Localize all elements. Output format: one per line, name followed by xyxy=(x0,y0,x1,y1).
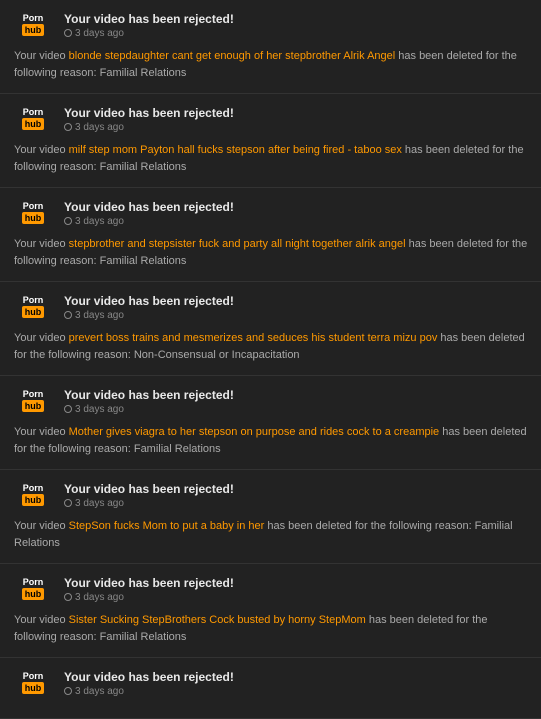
pornhub-logo: Porn hub xyxy=(12,198,54,228)
notification-card: Porn hub Your video has been rejected! 3… xyxy=(0,564,541,658)
message-suffix: has been deleted for the following reaso… xyxy=(14,614,488,643)
notification-card: Porn hub Your video has been rejected! 3… xyxy=(0,658,541,719)
pornhub-logo: Porn hub xyxy=(12,668,54,698)
notification-header: Porn hub Your video has been rejected! 3… xyxy=(12,292,529,322)
notification-card: Porn hub Your video has been rejected! 3… xyxy=(0,0,541,94)
logo-hub-text: hub xyxy=(22,212,45,225)
notification-title: Your video has been rejected! xyxy=(64,670,234,684)
notification-title: Your video has been rejected! xyxy=(64,106,234,120)
notification-body: Your video Sister Sucking StepBrothers C… xyxy=(12,612,529,645)
notification-card: Porn hub Your video has been rejected! 3… xyxy=(0,94,541,188)
notification-time: 3 days ago xyxy=(64,498,234,509)
notification-header: Porn hub Your video has been rejected! 3… xyxy=(12,574,529,604)
notification-header: Porn hub Your video has been rejected! 3… xyxy=(12,480,529,510)
message-prefix: Your video xyxy=(14,614,69,626)
message-suffix: has been deleted for the following reaso… xyxy=(14,238,527,267)
notification-time: 3 days ago xyxy=(64,122,234,133)
notification-title: Your video has been rejected! xyxy=(64,200,234,214)
logo-hub-text: hub xyxy=(22,24,45,37)
notification-time: 3 days ago xyxy=(64,216,234,227)
clock-icon xyxy=(64,687,72,695)
notification-body: Your video stepbrother and stepsister fu… xyxy=(12,236,529,269)
notification-card: Porn hub Your video has been rejected! 3… xyxy=(0,470,541,564)
message-suffix: has been deleted for the following reaso… xyxy=(14,332,525,361)
clock-icon xyxy=(64,405,72,413)
notification-time: 3 days ago xyxy=(64,28,234,39)
notification-meta: Your video has been rejected! 3 days ago xyxy=(64,388,234,415)
logo-porn-text: Porn xyxy=(23,484,44,493)
logo-porn-text: Porn xyxy=(23,108,44,117)
message-prefix: Your video xyxy=(14,144,69,156)
clock-icon xyxy=(64,593,72,601)
notification-meta: Your video has been rejected! 3 days ago xyxy=(64,482,234,509)
message-suffix: has been deleted for the following reaso… xyxy=(14,520,513,549)
message-suffix: has been deleted for the following reaso… xyxy=(14,144,524,173)
notification-meta: Your video has been rejected! 3 days ago xyxy=(64,12,234,39)
notification-body: Your video Mother gives viagra to her st… xyxy=(12,424,529,457)
notification-card: Porn hub Your video has been rejected! 3… xyxy=(0,376,541,470)
notification-header: Porn hub Your video has been rejected! 3… xyxy=(12,104,529,134)
logo-porn-text: Porn xyxy=(23,202,44,211)
notification-title: Your video has been rejected! xyxy=(64,388,234,402)
pornhub-logo: Porn hub xyxy=(12,104,54,134)
message-prefix: Your video xyxy=(14,50,69,62)
notification-header: Porn hub Your video has been rejected! 3… xyxy=(12,668,529,698)
notification-header: Porn hub Your video has been rejected! 3… xyxy=(12,198,529,228)
notification-body: Your video prevert boss trains and mesme… xyxy=(12,330,529,363)
notification-card: Porn hub Your video has been rejected! 3… xyxy=(0,282,541,376)
logo-porn-text: Porn xyxy=(23,14,44,23)
notification-time: 3 days ago xyxy=(64,686,234,697)
notification-title: Your video has been rejected! xyxy=(64,576,234,590)
notification-meta: Your video has been rejected! 3 days ago xyxy=(64,576,234,603)
logo-hub-text: hub xyxy=(22,588,45,601)
logo-hub-text: hub xyxy=(22,682,45,695)
notification-header: Porn hub Your video has been rejected! 3… xyxy=(12,386,529,416)
clock-icon xyxy=(64,29,72,37)
message-prefix: Your video xyxy=(14,426,69,438)
message-prefix: Your video xyxy=(14,332,69,344)
notification-time: 3 days ago xyxy=(64,404,234,415)
notification-meta: Your video has been rejected! 3 days ago xyxy=(64,294,234,321)
message-prefix: Your video xyxy=(14,520,69,532)
logo-porn-text: Porn xyxy=(23,296,44,305)
clock-icon xyxy=(64,311,72,319)
logo-porn-text: Porn xyxy=(23,578,44,587)
clock-icon xyxy=(64,499,72,507)
notification-title: Your video has been rejected! xyxy=(64,12,234,26)
notification-time: 3 days ago xyxy=(64,592,234,603)
notification-meta: Your video has been rejected! 3 days ago xyxy=(64,200,234,227)
notification-header: Porn hub Your video has been rejected! 3… xyxy=(12,10,529,40)
clock-icon xyxy=(64,123,72,131)
pornhub-logo: Porn hub xyxy=(12,386,54,416)
message-prefix: Your video xyxy=(14,238,69,250)
pornhub-logo: Porn hub xyxy=(12,10,54,40)
message-suffix: has been deleted for the following reaso… xyxy=(14,426,527,455)
notification-body: Your video StepSon fucks Mom to put a ba… xyxy=(12,518,529,551)
logo-porn-text: Porn xyxy=(23,390,44,399)
notification-body: Your video blonde stepdaughter cant get … xyxy=(12,48,529,81)
logo-hub-text: hub xyxy=(22,400,45,413)
logo-porn-text: Porn xyxy=(23,672,44,681)
notification-card: Porn hub Your video has been rejected! 3… xyxy=(0,188,541,282)
notification-title: Your video has been rejected! xyxy=(64,294,234,308)
notification-meta: Your video has been rejected! 3 days ago xyxy=(64,670,234,697)
notification-title: Your video has been rejected! xyxy=(64,482,234,496)
clock-icon xyxy=(64,217,72,225)
logo-hub-text: hub xyxy=(22,118,45,131)
notification-meta: Your video has been rejected! 3 days ago xyxy=(64,106,234,133)
message-suffix: has been deleted for the following reaso… xyxy=(14,50,517,79)
logo-hub-text: hub xyxy=(22,494,45,507)
pornhub-logo: Porn hub xyxy=(12,574,54,604)
notification-body: Your video milf step mom Payton hall fuc… xyxy=(12,142,529,175)
logo-hub-text: hub xyxy=(22,306,45,319)
pornhub-logo: Porn hub xyxy=(12,480,54,510)
pornhub-logo: Porn hub xyxy=(12,292,54,322)
notification-time: 3 days ago xyxy=(64,310,234,321)
